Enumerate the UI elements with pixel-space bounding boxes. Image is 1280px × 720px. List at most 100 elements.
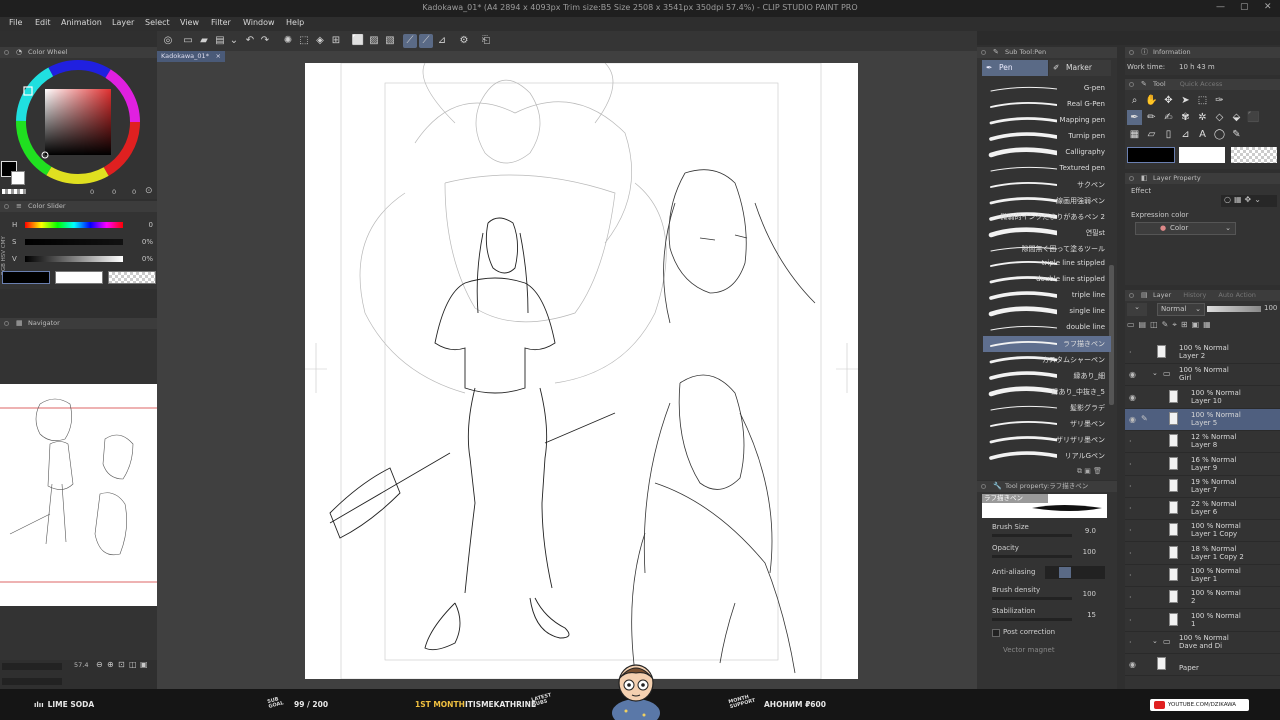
panel-toggle-icon[interactable] [4,50,9,55]
opacity-row[interactable]: Opacity 100 [983,543,1111,563]
menu-help[interactable]: Help [286,18,304,27]
layer-row[interactable]: · 22 % Normal Layer 6 [1125,498,1280,521]
airbrush-icon[interactable]: ✾ [1178,110,1193,125]
brush-item[interactable]: Real G-Pen [983,97,1111,113]
value-value[interactable]: 0% [133,255,153,263]
minimize-icon[interactable]: — [1216,2,1225,12]
clip-studio-icon[interactable]: ◎ [161,34,175,48]
visibility-toggle[interactable]: · [1129,549,1132,558]
invert-selection-icon[interactable]: ▨ [367,34,381,48]
brush-item[interactable]: サクペン [983,177,1111,193]
eye-icon[interactable]: ◉ [1129,393,1136,402]
navigator-preview[interactable] [0,384,157,606]
close-tab-icon[interactable]: × [216,51,221,62]
menu-animation[interactable]: Animation [61,18,102,27]
brush-density-row[interactable]: Brush density 100 [983,585,1111,605]
post-correction-row[interactable]: Post correction [983,626,1111,646]
brush-item[interactable]: Turnip pen [983,129,1111,145]
tab-pen[interactable]: ✒ Pen [982,60,1048,76]
post-correction-checkbox[interactable] [992,629,1000,637]
visibility-toggle[interactable]: · [1129,571,1132,580]
text-icon[interactable]: A [1195,127,1210,142]
eye-icon[interactable]: ◉ [1129,660,1136,669]
zoom-out-icon[interactable]: ⊖ [96,660,103,669]
menu-view[interactable]: View [180,18,199,27]
move-icon[interactable]: ✥ [1161,93,1176,108]
camera-icon[interactable]: ⎗ [479,34,493,48]
delete-sub-tool-icon[interactable]: 🗑 [1093,467,1102,475]
transform-icon[interactable]: ⊞ [329,34,343,48]
panel-toggle-icon[interactable] [1129,176,1134,181]
brush-item[interactable]: ラフ描きペン [983,336,1111,353]
brush-item[interactable]: Textured pen [983,161,1111,177]
brush-item[interactable]: 연필st [983,225,1111,241]
brush-item[interactable]: 縁あり_中抜き_5 [983,384,1111,400]
brush-item[interactable]: single line [983,304,1111,320]
expression-color-select[interactable]: ● Color ⌄ [1135,222,1236,235]
figure-icon[interactable]: ▱ [1144,127,1159,142]
brush-item[interactable]: 微弱的インクだまりがあるペン 2 [983,209,1111,225]
undo-icon[interactable]: ↶ [243,34,257,48]
deselect-icon[interactable]: ⬜ [351,34,365,48]
decoration-icon[interactable]: ✲ [1195,110,1210,125]
menu-select[interactable]: Select [145,18,170,27]
brush-item[interactable]: double line stippled [983,272,1111,288]
brush-item[interactable]: カスタムシャーペン [983,352,1111,368]
clear-icon[interactable]: ✺ [281,34,295,48]
layer-row[interactable]: · 100 % Normal Layer 2 [1125,342,1280,364]
menu-window[interactable]: Window [243,18,275,27]
layer-row[interactable]: · 19 % Normal Layer 7 [1125,476,1280,498]
layer-options-dropdown[interactable]: ⌄ [1127,303,1147,316]
effect-buttons[interactable]: ○▦✥⌄ [1221,195,1277,207]
duplicate-icon[interactable]: ▣ [1084,467,1091,475]
main-color-button[interactable] [1127,147,1175,163]
maximize-icon[interactable]: ▢ [1240,2,1249,12]
layer-row[interactable]: ◉ 100 % Normal Layer 10 [1125,387,1280,409]
brush-item[interactable]: リアルGペン [983,448,1111,464]
transparent-color-button[interactable] [1231,147,1277,163]
save-dropdown-icon[interactable]: ⌄ [227,34,241,48]
panel-toggle-icon[interactable] [981,484,986,489]
menu-file[interactable]: File [9,18,22,27]
tab-marker[interactable]: ✐ Marker [1049,60,1111,76]
select-icon[interactable]: ⬚ [1195,93,1210,108]
anti-aliasing-selector[interactable] [1045,566,1105,579]
ruler-icon[interactable]: ⊿ [1178,127,1193,142]
visibility-toggle[interactable]: · [1129,460,1132,469]
panel-toggle-icon[interactable] [981,50,986,55]
hue-slider[interactable] [25,222,123,228]
pencil-icon[interactable]: ✏ [1144,110,1159,125]
blend-mode-select[interactable]: Normal ⌄ [1157,303,1205,316]
snap-special-ruler-icon[interactable]: ⟋ [419,34,433,48]
layer-row[interactable]: · 18 % Normal Layer 1 Copy 2 [1125,543,1280,565]
settings-icon[interactable]: ⚙ [457,34,471,48]
layer-row[interactable]: · 16 % Normal Layer 9 [1125,454,1280,476]
saturation-slider[interactable] [25,239,123,245]
eye-icon[interactable]: ◉ [1129,415,1136,424]
balloon-icon[interactable]: ◯ [1212,127,1227,142]
panel-toggle-icon[interactable] [1129,82,1134,87]
close-icon[interactable]: ✕ [1264,2,1272,12]
hand-icon[interactable]: ✋ [1144,93,1159,108]
sub-color-chip[interactable] [55,271,103,284]
copy-sub-tool-icon[interactable]: ⧉ [1077,467,1082,475]
layer-row[interactable]: · 100 % Normal Layer 1 [1125,565,1280,587]
visibility-toggle[interactable]: · [1129,526,1132,535]
redo-icon[interactable]: ↷ [258,34,272,48]
show-selection-icon[interactable]: ▧ [383,34,397,48]
hue-value[interactable]: 0 [133,221,153,229]
layer-row[interactable]: · 100 % Normal 1 [1125,610,1280,632]
layer-row[interactable]: ◉ ✎ 100 % Normal Layer 5 [1125,408,1280,431]
actual-size-icon[interactable]: ◫ [129,660,137,669]
transparent-color-swatch[interactable] [2,189,26,194]
brush-item[interactable]: 線画用強弱ペン [983,193,1111,209]
panel-toggle-icon[interactable] [4,321,9,326]
save-icon[interactable]: ▤ [213,34,227,48]
operation-icon[interactable]: ➤ [1178,93,1193,108]
brush-item[interactable]: ザリザリ墨ペン [983,432,1111,448]
main-color-chip[interactable] [2,271,50,284]
fit-width-icon[interactable]: ▣ [140,660,148,669]
fit-icon[interactable]: ⊡ [118,660,125,669]
brush-icon[interactable]: ✍ [1161,110,1176,125]
document-tab[interactable]: Kadokawa_01* × [157,51,225,62]
